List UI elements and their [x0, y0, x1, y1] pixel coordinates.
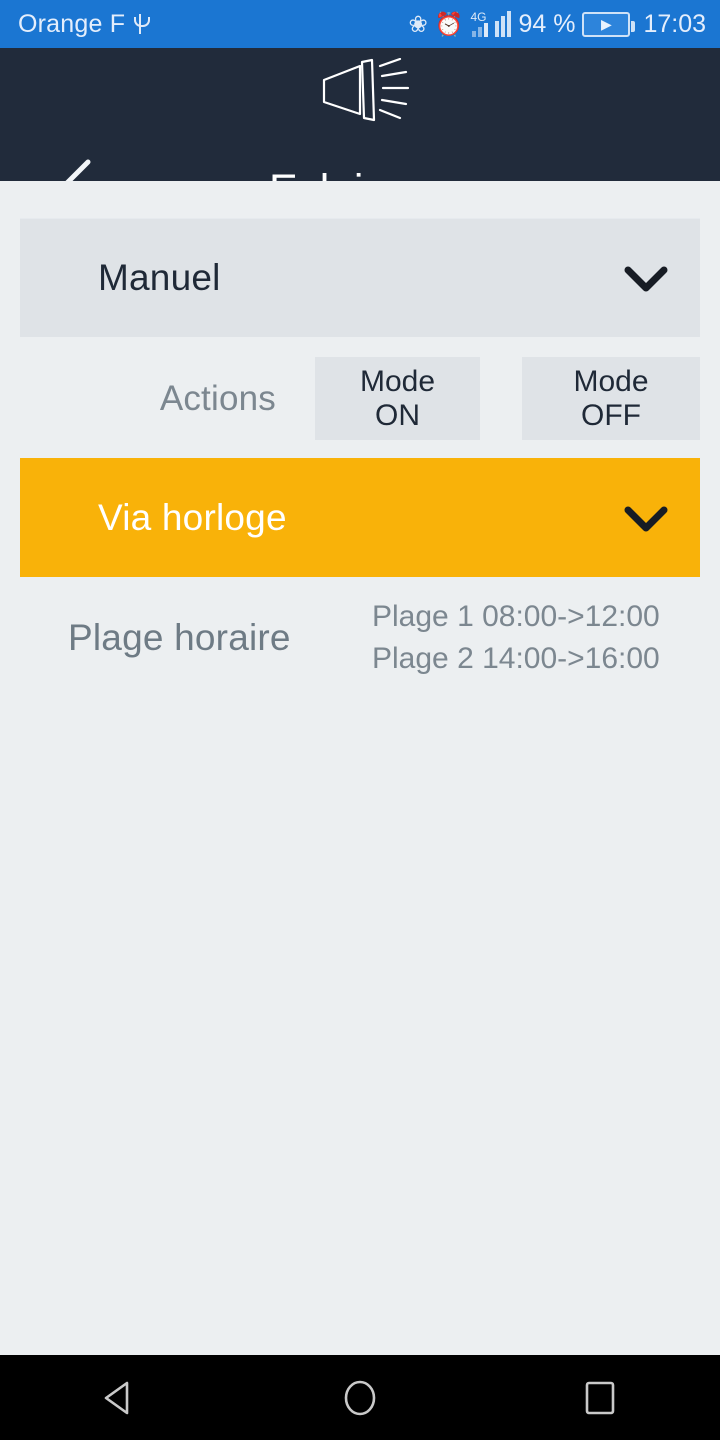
mode-off-button[interactable]: Mode OFF	[522, 357, 700, 440]
mode-select-clock[interactable]: Via horloge	[20, 458, 700, 577]
mode-off-line1: Mode	[573, 364, 649, 398]
status-bar-left: Orange F	[18, 9, 151, 39]
signal-bars-icon: 4G	[470, 10, 489, 37]
schedule-ranges[interactable]: Plage 1 08:00->12:00 Plage 2 14:00->16:0…	[372, 596, 660, 680]
signal-strength-icon	[495, 11, 512, 37]
nav-recents-square-icon[interactable]	[540, 1355, 660, 1440]
actions-label: Actions	[159, 379, 276, 418]
battery-charging-icon: ▶	[582, 11, 636, 37]
schedule-range-2: Plage 2 14:00->16:00	[372, 642, 660, 675]
status-bar: Orange F ❀ ⏰ 4G 94 % ▶ 17:03	[0, 0, 720, 48]
schedule-range-1: Plage 1 08:00->12:00	[372, 600, 660, 633]
alarm-icon: ⏰	[434, 10, 464, 37]
mode-on-button[interactable]: Mode ON	[315, 357, 480, 440]
clock-select-label: Via horloge	[98, 496, 287, 538]
bluetooth-icon: ❀	[408, 10, 428, 37]
status-clock-label: 17:03	[643, 9, 706, 38]
mode-on-line1: Mode	[359, 364, 436, 398]
chevron-down-icon[interactable]	[614, 246, 678, 310]
network-type-label: 4G	[470, 10, 487, 24]
lamp-icon	[316, 57, 412, 124]
battery-percent-label: 94 %	[518, 9, 576, 38]
mode-off-line2: OFF	[581, 398, 641, 432]
android-nav-bar	[0, 1355, 720, 1440]
phone-screen: Orange F ❀ ⏰ 4G 94 % ▶ 17:03 Manuel Acti…	[0, 0, 720, 1440]
mode-on-line2: ON	[375, 398, 420, 432]
app-bar: Eclairage	[0, 48, 720, 229]
schedule-title: Plage horaire	[68, 617, 291, 658]
mode-select-label: Manuel	[98, 257, 221, 298]
mode-select-manual[interactable]: Manuel	[20, 218, 700, 337]
status-bar-right: ❀ ⏰ 4G 94 % ▶ 17:03	[409, 10, 706, 39]
main-content: Manuel Actions Mode ON Mode OFF Via horl…	[0, 181, 720, 1355]
usb-icon	[133, 12, 151, 36]
nav-home-circle-icon[interactable]	[300, 1355, 420, 1440]
carrier-label: Orange F	[18, 9, 126, 38]
schedule-row: Plage horaire Plage 1 08:00->12:00 Plage…	[0, 586, 720, 696]
chevron-down-icon[interactable]	[614, 486, 678, 550]
actions-row: Actions Mode ON Mode OFF	[0, 357, 720, 447]
nav-back-triangle-icon[interactable]	[60, 1355, 180, 1440]
